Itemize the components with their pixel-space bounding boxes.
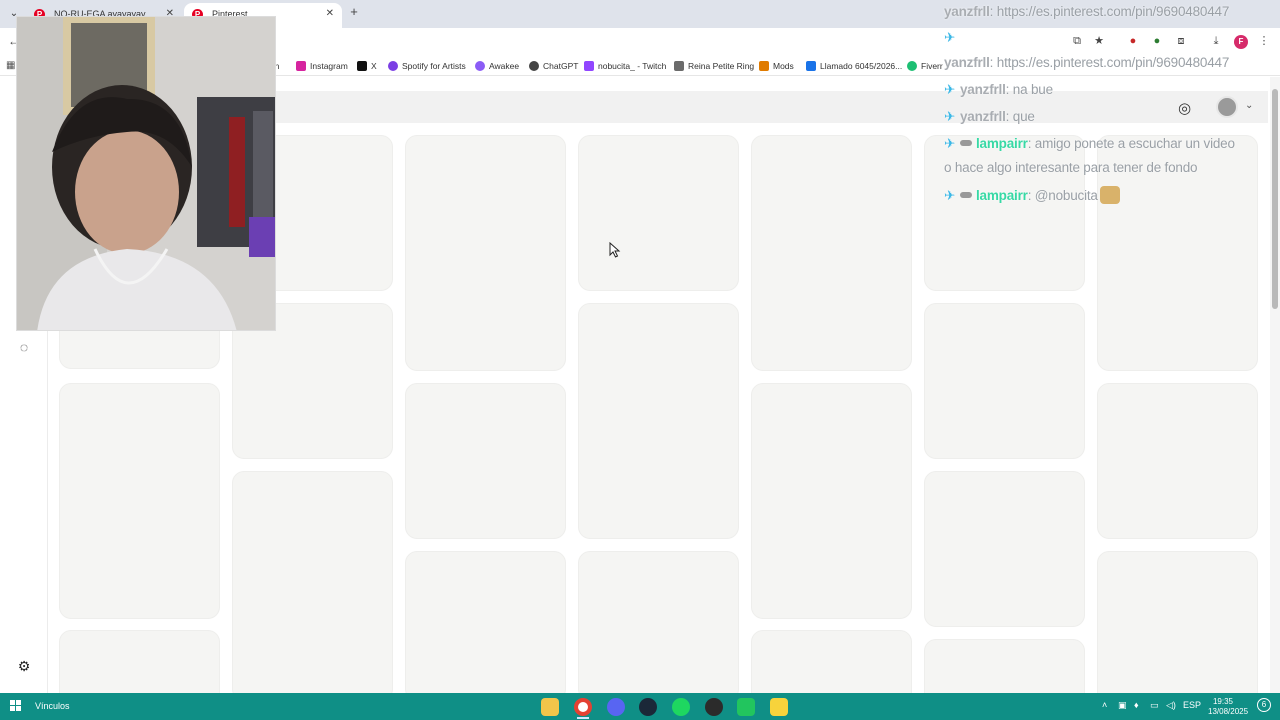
- chat-message: ✈: [944, 30, 960, 46]
- gear-icon[interactable]: ⚙: [14, 656, 34, 676]
- tray-app-icon[interactable]: ▣: [1118, 700, 1127, 711]
- clock-date: 13/08/2025: [1208, 707, 1249, 716]
- pin-placeholder[interactable]: [405, 551, 566, 693]
- pin-icon: ✈: [944, 136, 956, 151]
- badge-icon: [960, 140, 972, 146]
- pin-placeholder[interactable]: [59, 630, 220, 693]
- windows-start-icon[interactable]: [10, 700, 22, 712]
- system-clock[interactable]: 19:35 13/08/2025: [1208, 697, 1249, 717]
- chat-bubble-icon[interactable]: ◌: [14, 337, 34, 357]
- pin-placeholder[interactable]: [578, 135, 739, 291]
- chat-message: ✈ yanzfrll: que: [944, 109, 1035, 124]
- pin-placeholder[interactable]: [578, 303, 739, 539]
- pin-icon: ✈: [944, 82, 956, 97]
- spotify-icon[interactable]: [672, 698, 690, 716]
- pin-placeholder[interactable]: [924, 303, 1085, 459]
- pin-placeholder[interactable]: [1097, 551, 1258, 693]
- microphone-icon[interactable]: ♦: [1134, 700, 1139, 710]
- bookmark-item[interactable]: ChatGPT: [529, 60, 578, 72]
- pin-placeholder[interactable]: [751, 630, 912, 693]
- obs-icon[interactable]: [705, 698, 723, 716]
- chat-message: o hace algo interesante para tener de fo…: [944, 160, 1198, 175]
- pin-placeholder[interactable]: [59, 383, 220, 619]
- chat-message: yanzfrll: https://es.pinterest.com/pin/9…: [944, 55, 1230, 70]
- pin-placeholder[interactable]: [578, 551, 739, 693]
- pin-placeholder[interactable]: [751, 383, 912, 619]
- pin-placeholder[interactable]: [1097, 383, 1258, 539]
- chat-message: ✈ lampairr: @nobucita: [944, 186, 1120, 204]
- pin-placeholder[interactable]: [751, 135, 912, 371]
- badge-icon: [960, 192, 972, 198]
- clock-time: 19:35: [1212, 697, 1234, 706]
- app-icon[interactable]: [737, 698, 755, 716]
- chat-message: yanzfrll: https://es.pinterest.com/pin/9…: [944, 4, 1230, 19]
- tray-chevron-up-icon[interactable]: ˄: [1102, 700, 1107, 710]
- bookmark-item[interactable]: X: [357, 60, 377, 72]
- chat-message: ✈ lampairr: amigo ponete a escuchar un vi…: [944, 136, 1235, 151]
- pin-icon: ✈: [944, 188, 956, 203]
- pin-icon: ✈: [944, 109, 956, 124]
- bookmark-item[interactable]: Spotify for Artists: [388, 60, 466, 72]
- sticky-notes-icon[interactable]: [770, 698, 788, 716]
- pin-placeholder[interactable]: [924, 639, 1085, 693]
- apps-grid-icon[interactable]: ▦: [6, 60, 15, 71]
- windows-taskbar: Vínculos ˄ ▣ ♦ ▭ ◁) ESP 19:35 13/08/2025…: [0, 693, 1280, 720]
- bookmark-item[interactable]: Llamado 6045/2026...: [806, 60, 902, 72]
- stream-chat-overlay: yanzfrll: https://es.pinterest.com/pin/9…: [944, 0, 1280, 210]
- close-icon[interactable]: ✕: [326, 3, 334, 25]
- pin-placeholder[interactable]: [405, 383, 566, 539]
- screen: ⌄ P NO-RU-EGA ayayayay ✕ P Pinterest ✕ +…: [0, 0, 1280, 720]
- chat-message: ✈ yanzfrll: na bue: [944, 82, 1053, 97]
- bookmark-item[interactable]: nobucita_ - Twitch: [584, 60, 666, 72]
- plus-icon[interactable]: +: [346, 4, 362, 20]
- chrome-icon[interactable]: [574, 698, 592, 716]
- pin-placeholder[interactable]: [405, 135, 566, 371]
- notification-badge[interactable]: 6: [1257, 698, 1271, 712]
- pin-placeholder[interactable]: [232, 471, 393, 693]
- bookmark-item[interactable]: Awakee: [475, 60, 519, 72]
- bookmark-item[interactable]: Instagram: [296, 60, 348, 72]
- emote-icon: [1099, 186, 1120, 204]
- active-app-indicator: [577, 717, 589, 719]
- volume-icon[interactable]: ◁): [1166, 700, 1176, 711]
- steam-icon[interactable]: [639, 698, 657, 716]
- webcam-overlay: [16, 16, 276, 331]
- pin-icon: ✈: [944, 30, 956, 45]
- input-language[interactable]: ESP: [1183, 700, 1201, 710]
- file-explorer-icon[interactable]: [541, 698, 559, 716]
- bookmark-item[interactable]: Fiverr: [907, 60, 943, 72]
- discord-icon[interactable]: [607, 698, 625, 716]
- webcam-image: [17, 17, 275, 330]
- mouse-cursor-icon: [609, 242, 621, 258]
- taskbar-links-label[interactable]: Vínculos: [35, 701, 70, 711]
- bookmark-item[interactable]: Mods: [759, 60, 794, 72]
- network-icon[interactable]: ▭: [1150, 700, 1159, 711]
- pin-placeholder[interactable]: [924, 471, 1085, 627]
- bookmark-item[interactable]: Reina Petite Ring: [674, 60, 754, 72]
